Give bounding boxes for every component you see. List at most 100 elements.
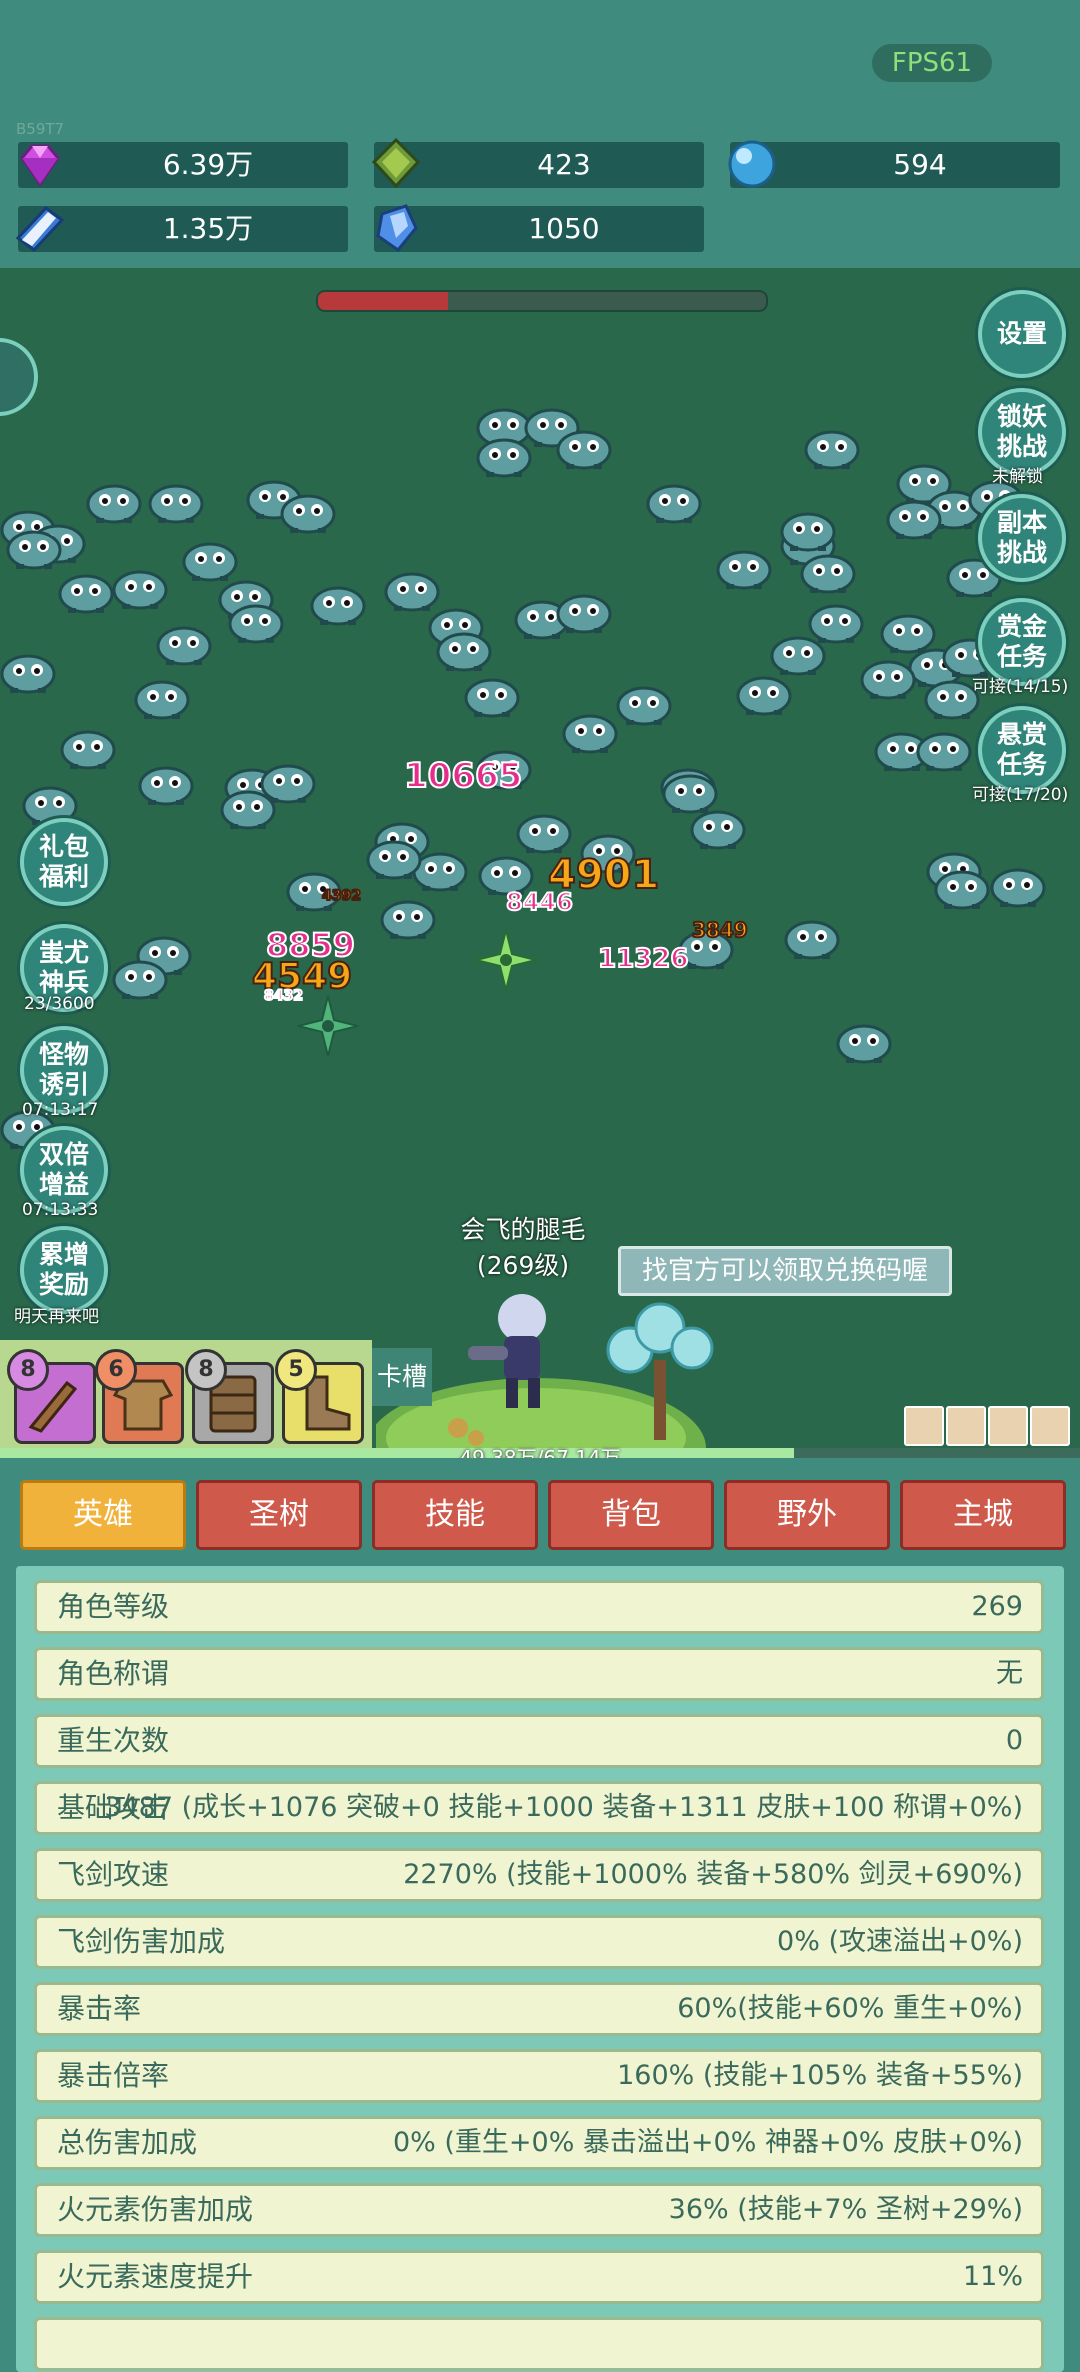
tab-main-city[interactable]: 主城 — [900, 1480, 1066, 1550]
round-indicator — [0, 338, 38, 416]
stat-row: 角色等级 269 — [34, 1580, 1044, 1634]
tab-hero[interactable]: 英雄 — [20, 1480, 186, 1550]
slot-level: 8 — [185, 1349, 227, 1391]
demon-challenge-status: 未解锁 — [992, 467, 1043, 487]
slot-level: 8 — [7, 1349, 49, 1391]
monster-sprite — [366, 840, 422, 880]
monster-sprite — [60, 730, 116, 770]
monster-sprite — [156, 626, 212, 666]
monster-lure-timer: 07:13:17 — [22, 1100, 99, 1120]
mini-item-icon[interactable] — [1030, 1406, 1070, 1446]
damage-number: 3849 — [691, 917, 749, 943]
stat-label: 飞剑伤害加成 — [57, 1925, 226, 1958]
mini-item-icon[interactable] — [988, 1406, 1028, 1446]
stat-row: 火元素伤害加成 36% (技能+7% 圣树+29%) — [34, 2183, 1044, 2237]
monster-sprite — [476, 438, 532, 478]
resource-crystal[interactable]: 423 — [371, 137, 704, 189]
stat-value: 3487 (成长+1076 突破+0 技能+1000 装备+1311 皮肤+10… — [104, 1792, 1023, 1823]
tab-wild[interactable]: 野外 — [724, 1480, 890, 1550]
monster-sprite — [556, 594, 612, 634]
main-tabs: 英雄 圣树 技能 背包 野外 主城 — [0, 1462, 1080, 1550]
stat-value: 60%(技能+60% 重生+0%) — [677, 1993, 1023, 2024]
monster-sprite — [662, 774, 718, 814]
monster-sprite — [280, 494, 336, 534]
gift-pack-button[interactable]: 礼包福利 — [20, 818, 108, 906]
stat-row: 重生次数 0 — [34, 1714, 1044, 1768]
equipment-slot-armor[interactable]: 6 — [95, 1349, 184, 1444]
stat-label: 总伤害加成 — [57, 2126, 198, 2159]
resource-value: 423 — [537, 148, 591, 181]
stat-value: 160% (技能+105% 装备+55%) — [617, 2060, 1023, 2091]
boss-hp-bar — [316, 290, 768, 312]
hero-stats-panel[interactable]: 角色等级 269 角色称谓 无重生次数 0 基础攻击 3487 (成长+1076 突破+0 … — [16, 1566, 1064, 2372]
monster-sprite — [916, 732, 972, 772]
monster-sprite — [646, 484, 702, 524]
stat-label: 角色称谓 — [57, 1657, 170, 1690]
tab-holy-tree[interactable]: 圣树 — [196, 1480, 362, 1550]
equipment-slot-shield[interactable]: 8 — [185, 1349, 274, 1444]
monster-sprite — [138, 766, 194, 806]
mini-item-icon[interactable] — [904, 1406, 944, 1446]
hero-name: 会飞的腿毛 — [460, 1215, 586, 1244]
monster-sprite — [112, 570, 168, 610]
battlefield[interactable]: 10665 4901 8859 4549 8446 11326 3849 439… — [0, 268, 1080, 1458]
monster-sprite — [562, 714, 618, 754]
resource-gems[interactable]: 6.39万 — [18, 142, 348, 188]
tab-skills[interactable]: 技能 — [372, 1480, 538, 1550]
equipment-slot-weapon[interactable]: 8 — [7, 1349, 96, 1444]
stat-row: 飞剑伤害加成 0% (攻速溢出+0%) — [34, 1915, 1044, 1969]
resource-book[interactable]: 1.35万 — [15, 205, 348, 253]
damage-number: 4392 — [321, 887, 362, 905]
stat-label: 火元素速度提升 — [57, 2260, 254, 2293]
monster-sprite — [736, 676, 792, 716]
stat-value: 11% — [962, 2261, 1023, 2292]
resource-value: 6.39万 — [162, 148, 254, 181]
stat-row: 暴击率 60%(技能+60% 重生+0%) — [34, 1982, 1044, 2036]
stat-label: 暴击率 — [57, 1992, 142, 2025]
purple-gem-icon — [20, 144, 60, 187]
monster-sprite — [784, 920, 840, 960]
resource-shard[interactable]: 1050 — [374, 204, 704, 253]
card-slot-button[interactable]: 卡槽 — [372, 1348, 432, 1406]
monster-sprite — [148, 484, 204, 524]
stat-value: 0% (重生+0% 暴击溢出+0% 神器+0% 皮肤+0%) — [392, 2127, 1023, 2158]
resource-orb[interactable]: 594 — [728, 140, 1060, 188]
monster-sprite — [228, 604, 284, 644]
monster-sprite — [804, 430, 860, 470]
stat-value: 0% (攻速溢出+0%) — [777, 1926, 1023, 1957]
monster-sprite — [436, 632, 492, 672]
equipment-slot-boots[interactable]: 5 — [275, 1349, 364, 1444]
dungeon-challenge-button[interactable]: 副本挑战 — [978, 494, 1066, 582]
fps-counter: FPS61 — [872, 44, 992, 82]
monster-sprite — [134, 680, 190, 720]
stat-label: 暴击倍率 — [57, 2059, 170, 2092]
reward-task-status: 可接(17/20) — [972, 785, 1069, 805]
damage-number: 11326 — [597, 943, 689, 975]
monster-sprite — [800, 554, 856, 594]
monster-sprite — [556, 430, 612, 470]
tab-backpack[interactable]: 背包 — [548, 1480, 714, 1550]
monster-sprite — [0, 654, 56, 694]
monster-sprite — [58, 574, 114, 614]
resource-value: 594 — [893, 148, 947, 181]
resource-value: 1050 — [528, 212, 600, 245]
boss-hp-fill — [318, 292, 448, 310]
monster-sprite — [886, 500, 942, 540]
stat-value: 269 — [971, 1591, 1023, 1622]
settings-button[interactable]: 设置 — [978, 290, 1066, 378]
chiyou-weapon-progress: 23/3600 — [24, 994, 95, 1014]
monster-sprite — [516, 814, 572, 854]
monster-sprite — [860, 660, 916, 700]
mini-item-icon[interactable] — [946, 1406, 986, 1446]
damage-number: 10665 — [403, 755, 523, 797]
stat-label: 角色等级 — [57, 1590, 170, 1623]
monster-sprite — [780, 512, 836, 552]
monster-sprite — [990, 868, 1046, 908]
stat-row: 总伤害加成 0% (重生+0% 暴击溢出+0% 神器+0% 皮肤+0%) — [34, 2116, 1044, 2170]
blue-orb-icon — [728, 140, 776, 188]
stat-value: 无 — [996, 1658, 1023, 1689]
hero-character — [468, 1294, 546, 1408]
stat-label: 飞剑攻速 — [57, 1858, 170, 1891]
blue-book-icon — [15, 205, 65, 253]
stat-row: 暴击倍率 160% (技能+105% 装备+55%) — [34, 2049, 1044, 2103]
